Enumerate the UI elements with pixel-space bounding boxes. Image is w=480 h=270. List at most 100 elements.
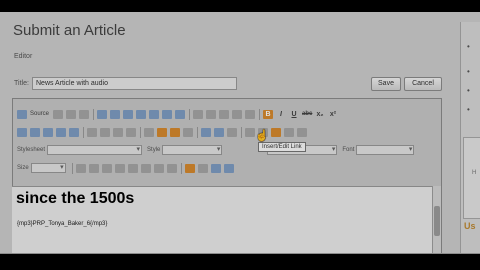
copy-icon[interactable]	[110, 109, 121, 119]
source-icon[interactable]	[17, 109, 27, 119]
replace-icon[interactable]	[232, 109, 243, 119]
unlink-icon[interactable]	[214, 127, 224, 137]
radio-icon[interactable]	[101, 163, 112, 173]
sidebar-bullet: •	[467, 105, 470, 114]
toolbar-row-3: Stylesheet Style Font	[17, 143, 419, 157]
anchor-icon[interactable]	[227, 127, 237, 137]
size-select[interactable]	[30, 163, 66, 173]
size-label: Size	[17, 165, 29, 171]
outdent-icon[interactable]	[43, 127, 53, 137]
blockquote-icon[interactable]	[69, 127, 79, 137]
separator	[93, 108, 95, 120]
separator	[189, 108, 191, 120]
special-char-icon[interactable]	[284, 127, 294, 137]
superscript-button[interactable]: x²	[328, 110, 338, 119]
sidebar-bullet: •	[467, 42, 470, 51]
italic-button[interactable]: I	[276, 110, 286, 119]
about-icon[interactable]	[210, 163, 221, 173]
scroll-thumb[interactable]	[434, 206, 440, 236]
save-button[interactable]: Save	[371, 77, 401, 91]
separator	[83, 126, 84, 138]
font-label: Font	[342, 147, 355, 153]
content-heading: since the 1500s	[16, 190, 135, 207]
indent-icon[interactable]	[56, 127, 66, 137]
style-label: Style	[147, 147, 161, 153]
paste-word-icon[interactable]	[149, 109, 160, 119]
align-justify-icon[interactable]	[126, 127, 136, 137]
content-mp3-tag: {mp3}PRP_Tonya_Baker_6{/mp3}	[17, 221, 108, 227]
horizontal-scrollbar[interactable]: ◂ ⁞⁞⁞ ▸	[0, 253, 480, 254]
redo-icon[interactable]	[206, 109, 217, 119]
separator	[241, 126, 242, 138]
link-tooltip: Insert/Edit Link	[258, 142, 306, 152]
style-select-wrap: Style	[147, 145, 223, 155]
separator	[71, 162, 73, 174]
text-color-icon[interactable]	[157, 127, 167, 137]
table-icon[interactable]	[144, 127, 154, 137]
numbered-list-icon[interactable]	[17, 127, 27, 137]
sidebar-fragment-h: H	[472, 170, 477, 176]
preview-icon[interactable]	[66, 109, 77, 119]
separator	[180, 162, 182, 174]
separator	[259, 108, 261, 120]
find-icon[interactable]	[219, 109, 230, 119]
sidebar-bullet: •	[467, 86, 470, 95]
textarea-icon[interactable]	[127, 163, 138, 173]
undo-icon[interactable]	[193, 109, 204, 119]
underline-button[interactable]: U	[289, 110, 299, 119]
editor-vertical-scrollbar[interactable]	[432, 186, 441, 254]
sidebar-bullet: •	[467, 67, 470, 76]
link-icon[interactable]	[201, 127, 211, 137]
separator	[140, 126, 141, 138]
cancel-button[interactable]: Cancel	[404, 77, 442, 91]
div-icon[interactable]	[197, 163, 208, 173]
bold-button[interactable]: B	[263, 109, 274, 119]
select-all-icon[interactable]	[245, 109, 256, 119]
textfield-icon[interactable]	[114, 163, 125, 173]
strikethrough-button[interactable]: abc	[302, 110, 312, 119]
spellcheck-icon[interactable]	[175, 109, 186, 119]
editor-content[interactable]: since the 1500s {mp3}PRP_Tonya_Baker_6{/…	[12, 186, 432, 254]
title-label: Title:	[14, 80, 29, 87]
stylesheet-select[interactable]	[47, 145, 143, 155]
source-button-label[interactable]: Source	[30, 111, 49, 117]
button-field-icon[interactable]	[153, 163, 164, 173]
stylesheet-label: Stylesheet	[17, 147, 46, 153]
maximize-icon[interactable]	[223, 163, 234, 173]
align-center-icon[interactable]	[100, 127, 110, 137]
align-right-icon[interactable]	[113, 127, 123, 137]
remove-format-icon[interactable]	[183, 127, 193, 137]
print-icon[interactable]	[162, 109, 173, 119]
templates-icon[interactable]	[79, 109, 90, 119]
new-page-icon[interactable]	[53, 109, 64, 119]
title-input[interactable]: News Article with audio	[32, 77, 237, 90]
media-icon[interactable]	[184, 163, 195, 173]
style-select[interactable]	[162, 145, 223, 155]
select-field-icon[interactable]	[140, 163, 151, 173]
sidebar-fragment-us: Us	[464, 221, 476, 231]
bulleted-list-icon[interactable]	[30, 127, 40, 137]
background-color-icon[interactable]	[170, 127, 180, 137]
editor-label: Editor	[14, 53, 33, 60]
sidebar-box	[463, 137, 480, 219]
page-title: Submit an Article	[13, 22, 126, 39]
smiley-icon[interactable]	[271, 127, 281, 137]
font-select-wrap: Font	[342, 145, 415, 155]
subscript-button[interactable]: x₂	[315, 110, 325, 119]
hidden-field-icon[interactable]	[166, 163, 177, 173]
browser-page: Submit an Article Editor Title: News Art…	[0, 12, 480, 254]
form-icon[interactable]	[75, 163, 86, 173]
align-left-icon[interactable]	[87, 127, 97, 137]
image-icon[interactable]	[245, 127, 255, 137]
separator	[197, 126, 198, 138]
font-select[interactable]	[356, 145, 415, 155]
cut-icon[interactable]	[97, 109, 108, 119]
hand-pointer-icon: ☝	[255, 130, 269, 142]
paste-icon[interactable]	[123, 109, 134, 119]
toolbar-row-4: Size	[17, 161, 237, 175]
page-break-icon[interactable]	[297, 127, 307, 137]
paste-text-icon[interactable]	[136, 109, 147, 119]
right-sidebar: • • • •	[460, 22, 480, 254]
checkbox-icon[interactable]	[88, 163, 99, 173]
screen: Submit an Article Editor Title: News Art…	[0, 0, 480, 270]
